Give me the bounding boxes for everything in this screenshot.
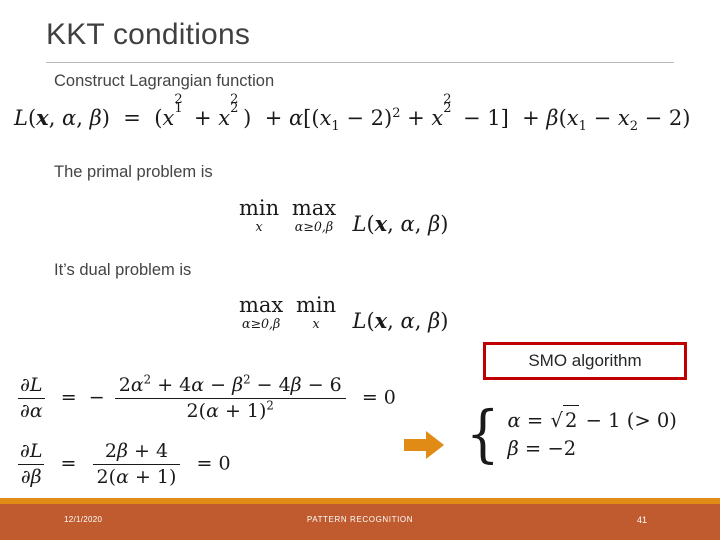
equation-partial-derivative-beta: ∂L ∂β = 2β + 4 2(α + 1) = 0 <box>18 440 231 489</box>
equation-partial-derivative-alpha: ∂L ∂α = − 2α2 + 4α − β2 − 4β − 6 2(α + 1… <box>18 372 396 423</box>
operator-max-dual-subscript: α≥0,β <box>241 316 281 331</box>
footer-page-number: 41 <box>636 515 647 525</box>
footer-title: PATTERN RECOGNITION <box>306 515 414 524</box>
title-divider <box>46 62 674 63</box>
solution-beta: β = −2 <box>507 437 577 461</box>
footer-bar: 12/1/2020 PATTERN RECOGNITION 41 <box>0 504 720 540</box>
operator-max-label: max <box>291 196 337 220</box>
equation-result: 0 <box>218 452 231 475</box>
operator-min-dual-subscript: x <box>312 316 320 331</box>
text-primal-problem: The primal problem is <box>54 163 213 181</box>
smo-algorithm-callout: SMO algorithm <box>483 342 687 380</box>
minus-sign: − <box>88 386 105 409</box>
operator-min-label: min <box>239 196 280 220</box>
fraction-numerator: 2α2 + 4α − β2 − 4β − 6 <box>114 374 346 400</box>
left-brace-icon: { <box>466 397 500 470</box>
fraction-numerator: ∂L <box>18 374 45 400</box>
fraction-dL-dbeta: ∂L ∂β <box>18 440 45 489</box>
solution-system: { α = √ 2 − 1 (> 0) β = −2 <box>466 397 677 470</box>
operator-min-dual: min x <box>295 293 337 331</box>
equation-primal-problem: min x max α≥0,β L(x, α, β) <box>239 196 449 237</box>
square-root-icon: √ 2 <box>549 405 580 435</box>
solution-alpha: α = √ 2 − 1 (> 0) <box>507 405 677 435</box>
text-dual-problem: It’s dual problem is <box>54 261 192 279</box>
fraction-dL-dalpha: ∂L ∂α <box>18 374 45 423</box>
equation-dual-problem: max α≥0,β min x L(x, α, β) <box>239 293 449 334</box>
equation-lagrangian: L(x, α, β) = (x 2 1 + x 2 2) + α[(x1 − 2)2 +… <box>14 92 691 135</box>
fraction-numerator: 2β + 4 <box>92 440 181 466</box>
operator-min-subscript: x <box>255 219 263 234</box>
text-construct-lagrangian: Construct Lagrangian function <box>54 72 275 90</box>
fraction-denominator: 2(α + 1) <box>96 466 177 489</box>
fraction-alpha-expression: 2α2 + 4α − β2 − 4β − 6 2(α + 1)2 <box>114 374 346 423</box>
fraction-beta-expression: 2β + 4 2(α + 1) <box>92 440 181 489</box>
page-title: KKT conditions <box>46 18 251 51</box>
operator-min-dual-label: min <box>295 293 337 317</box>
equation-result: 0 <box>383 386 396 409</box>
fraction-numerator: ∂L <box>18 440 45 466</box>
smo-algorithm-label: SMO algorithm <box>528 351 642 370</box>
operator-min: min x <box>239 196 280 234</box>
fraction-denominator: ∂α <box>20 400 43 423</box>
right-arrow-icon <box>404 430 444 460</box>
fraction-denominator: 2(α + 1)2 <box>186 398 274 423</box>
fraction-denominator: ∂β <box>20 466 42 489</box>
operator-max: max α≥0,β <box>291 196 337 234</box>
operator-max-subscript: α≥0,β <box>294 219 334 234</box>
operator-max-dual-label: max <box>239 293 284 317</box>
operator-max-dual: max α≥0,β <box>239 293 284 331</box>
